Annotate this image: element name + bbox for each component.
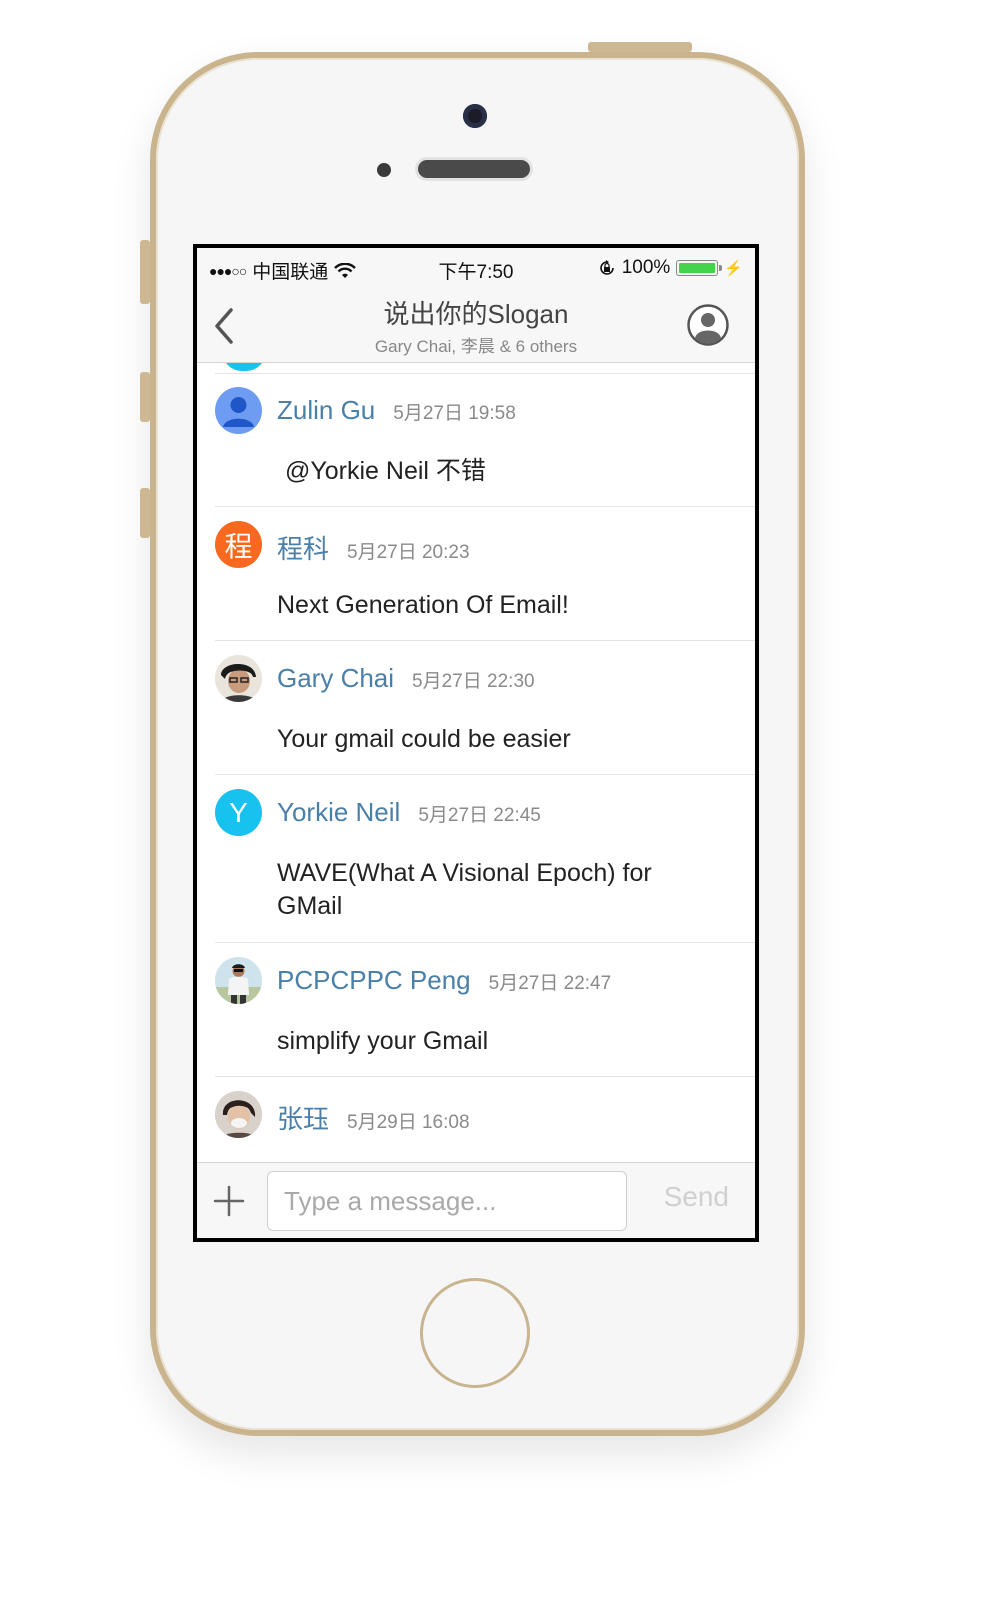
sender-name[interactable]: Yorkie Neil bbox=[277, 797, 400, 828]
message-time: 5月29日 16:08 bbox=[347, 1112, 470, 1133]
profile-icon[interactable] bbox=[687, 304, 729, 346]
sender-name[interactable]: PCPCPPC Peng bbox=[277, 965, 471, 996]
message-input[interactable] bbox=[267, 1171, 627, 1231]
sender-name[interactable]: 张珏 bbox=[277, 1099, 329, 1136]
conversation-title: 说出你的Slogan bbox=[383, 299, 569, 329]
message-text: @Yorkie Neil 不错 bbox=[285, 457, 486, 485]
message-time: 5月27日 22:30 bbox=[412, 671, 535, 692]
front-camera bbox=[463, 104, 487, 128]
mute-switch bbox=[140, 240, 150, 304]
message-text: Your gmail could be easier bbox=[277, 725, 571, 753]
avatar-photo bbox=[215, 1091, 262, 1138]
avatar bbox=[222, 363, 266, 371]
message-item[interactable]: Y Yorkie Neil 5月27日 22:45 WAVE(What A Vi… bbox=[197, 775, 755, 943]
message-time: 5月27日 22:45 bbox=[418, 805, 541, 826]
home-button[interactable] bbox=[420, 1278, 530, 1388]
avatar bbox=[215, 387, 262, 434]
proximity-sensor bbox=[377, 163, 391, 177]
volume-up-button bbox=[140, 372, 150, 422]
message-item[interactable]: Zulin Gu 5月27日 19:58 @Yorkie Neil 不错 bbox=[197, 373, 755, 507]
battery-percent: 100% bbox=[621, 257, 671, 278]
avatar-letter: 程 bbox=[224, 530, 253, 562]
send-button[interactable]: Send bbox=[664, 1181, 729, 1213]
message-text: Next Generation Of Email! bbox=[277, 591, 569, 619]
avatar: 程 bbox=[215, 521, 262, 568]
message-item[interactable]: Gary Chai 5月27日 22:30 Your gmail could b… bbox=[197, 641, 755, 775]
message-time: 5月27日 19:58 bbox=[393, 403, 516, 424]
rotation-lock-icon bbox=[598, 259, 616, 277]
sender-name[interactable]: Gary Chai bbox=[277, 663, 394, 694]
message-item[interactable]: PCPCPPC Peng 5月27日 22:47 simplify your G… bbox=[197, 943, 755, 1077]
plus-icon[interactable] bbox=[213, 1185, 245, 1217]
sender-name[interactable]: 程科 bbox=[277, 529, 329, 566]
top-power-button bbox=[588, 42, 692, 52]
charging-bolt-icon: ⚡ bbox=[724, 260, 743, 277]
screen: ●●●○○ 中国联通 下午7:50 100% ⚡ 说出你的Slogan Gary… bbox=[193, 244, 759, 1242]
avatar-photo bbox=[215, 957, 262, 1004]
avatar-letter: Y bbox=[229, 796, 248, 828]
message-text: WAVE(What A Visional Epoch) for GMail bbox=[277, 859, 652, 920]
status-bar: ●●●○○ 中国联通 下午7:50 100% ⚡ bbox=[197, 248, 755, 288]
message-text: simplify your Gmail bbox=[277, 1027, 489, 1055]
avatar-photo bbox=[215, 655, 262, 702]
conversation-participants: Gary Chai, 李晨 & 6 others bbox=[374, 337, 578, 356]
message-list[interactable]: Zulin Gu 5月27日 19:58 @Yorkie Neil 不错 程 程… bbox=[197, 363, 755, 1163]
message-item[interactable]: 张珏 5月29日 16:08 bbox=[197, 1077, 755, 1163]
sender-name[interactable]: Zulin Gu bbox=[277, 395, 375, 426]
message-input-bar: Send bbox=[197, 1162, 755, 1238]
battery-icon bbox=[676, 260, 723, 276]
volume-down-button bbox=[140, 488, 150, 538]
message-time: 5月27日 22:47 bbox=[488, 973, 612, 994]
avatar: Y bbox=[215, 789, 262, 836]
earpiece-speaker bbox=[418, 160, 530, 178]
battery-level-fill bbox=[679, 263, 716, 273]
message-item[interactable]: 程 程科 5月27日 20:23 Next Generation Of Emai… bbox=[197, 507, 755, 641]
battery-tip bbox=[719, 265, 723, 271]
message-time: 5月27日 20:23 bbox=[347, 542, 470, 563]
screen-content: ●●●○○ 中国联通 下午7:50 100% ⚡ 说出你的Slogan Gary… bbox=[197, 248, 755, 1238]
navigation-bar: 说出你的Slogan Gary Chai, 李晨 & 6 others bbox=[197, 288, 755, 363]
